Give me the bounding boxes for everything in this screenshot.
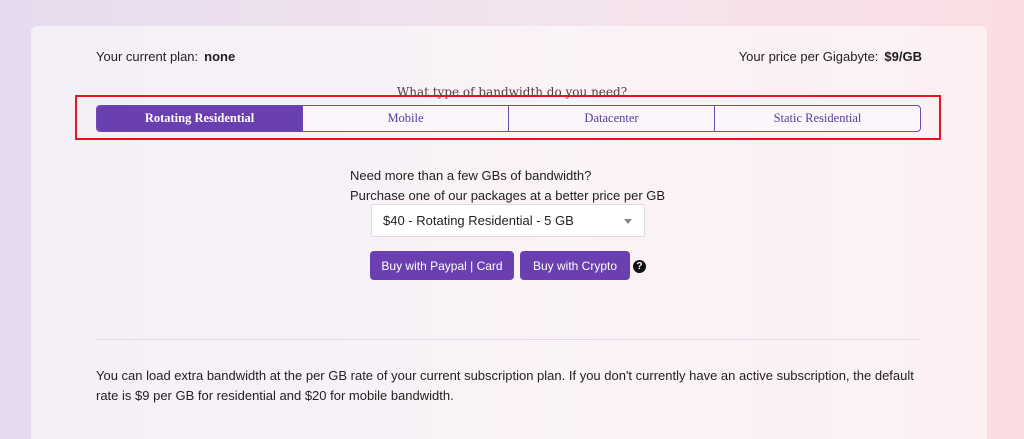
current-plan: Your current plan: none — [96, 49, 235, 64]
packages-line-2: Purchase one of our packages at a better… — [350, 188, 666, 203]
extra-bandwidth-info: You can load extra bandwidth at the per … — [96, 368, 914, 403]
packages-description: Need more than a few GBs of bandwidth? P… — [350, 166, 665, 206]
plan-summary-row: Your current plan: none Your price per Gi… — [96, 47, 922, 65]
buy-paypal-card-button[interactable]: Buy with Paypal | Card — [370, 251, 514, 280]
section-divider — [96, 339, 920, 340]
help-icon[interactable]: ? — [633, 260, 646, 273]
current-plan-label: Your current plan: — [96, 48, 199, 64]
price-per-gb: Your price per Gigabyte: $9/GB — [739, 49, 922, 64]
current-plan-value: none — [204, 48, 236, 64]
highlight-annotation-box — [75, 95, 941, 140]
package-select-value: $40 - Rotating Residential - 5 GB — [383, 213, 574, 228]
packages-line-1: Need more than a few GBs of bandwidth? — [350, 168, 592, 183]
price-per-gb-label: Your price per Gigabyte: — [738, 48, 879, 64]
chevron-down-icon — [624, 219, 632, 224]
buy-crypto-button[interactable]: Buy with Crypto — [520, 251, 630, 280]
package-select[interactable]: $40 - Rotating Residential - 5 GB — [371, 204, 645, 237]
price-per-gb-value: $9/GB — [884, 48, 922, 64]
